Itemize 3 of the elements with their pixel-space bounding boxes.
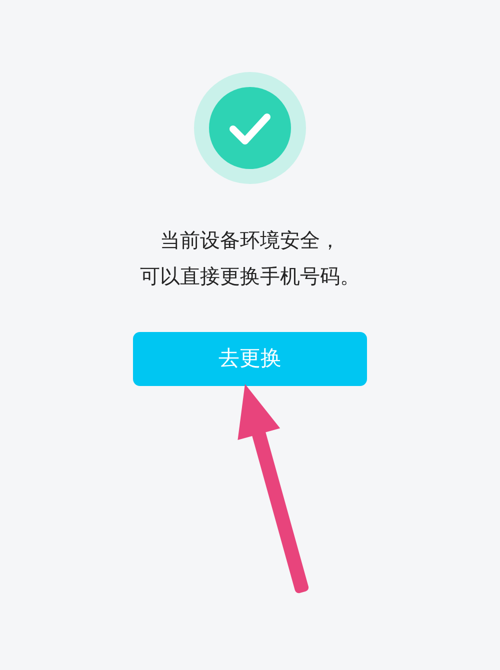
message-text: 当前设备环境安全， [160,227,340,254]
change-button[interactable]: 去更换 [133,332,367,386]
message-text: 可以直接更换手机号码。 [140,263,360,290]
